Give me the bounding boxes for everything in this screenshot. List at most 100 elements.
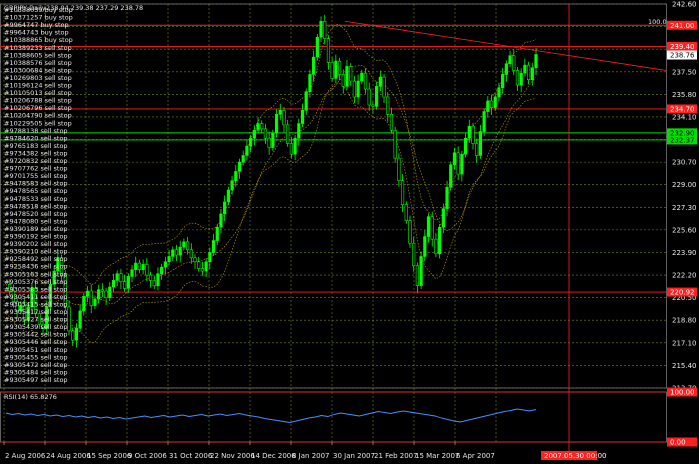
candle-body [286, 124, 290, 144]
candle-body [211, 240, 216, 253]
candle-body [93, 298, 97, 306]
candle-body [263, 128, 268, 139]
candle-body [445, 187, 449, 209]
candle-body [215, 226, 219, 241]
time-tick-label: 8 Jan 2007 [292, 452, 330, 460]
candle-body [434, 238, 438, 255]
candle-body [267, 137, 271, 148]
candle-body [378, 76, 382, 87]
candle-body [501, 74, 505, 89]
candle-body [156, 273, 160, 286]
candle-body [67, 306, 71, 332]
candle-body [304, 91, 308, 111]
candle-body [438, 226, 442, 255]
time-tick-label: 14 Dec 2006 [251, 452, 296, 460]
price-tick-label: 237.50 [672, 68, 697, 76]
candle-body [249, 137, 253, 147]
time-tick-label: 31 Oct 2006 [169, 452, 213, 460]
candle-body [400, 180, 405, 205]
candle-body [160, 266, 164, 275]
price-tick-label: 218.80 [672, 317, 697, 325]
candle-body [111, 280, 116, 288]
candle-body [186, 241, 190, 251]
candle-body [493, 96, 497, 108]
candle-body [441, 208, 445, 228]
candle-body [115, 273, 119, 281]
candle-body [219, 213, 223, 228]
candle-body [178, 246, 182, 256]
candle-body [360, 72, 364, 82]
candle-body [174, 249, 179, 256]
candle-body [137, 262, 142, 271]
price-tick-label: 217.10 [672, 339, 697, 347]
candle-body [278, 109, 282, 115]
candle-body [230, 180, 234, 191]
candle-body [119, 273, 123, 283]
price-chart[interactable]: #10388039 buy stop#10371257 buy stop#996… [0, 0, 699, 464]
candle-body [308, 74, 312, 92]
candle-body [145, 264, 149, 276]
candle-body [363, 72, 368, 90]
candle-body [134, 262, 138, 271]
candle-body [204, 261, 208, 272]
rsi-level-tag-text: 0.00 [670, 439, 686, 447]
candle-body [312, 56, 316, 75]
rsi-title: RSI(14) 65.8276 [4, 393, 57, 401]
rsi-level-tag-text: 100.00 [670, 389, 695, 397]
candle-body [126, 276, 130, 289]
candle-body [260, 123, 264, 130]
candle-body [289, 143, 293, 155]
candle-body [226, 189, 230, 203]
candle-body [300, 109, 305, 124]
candle-body [97, 289, 101, 300]
candle-body [397, 157, 401, 182]
price-tick-label: 230.70 [672, 159, 697, 167]
candle-body [237, 161, 242, 172]
candle-body [419, 256, 423, 286]
candle-body [293, 137, 297, 155]
candle-body [193, 257, 197, 263]
candle-body [71, 330, 75, 341]
candle-body [345, 66, 349, 87]
order-label[interactable]: #9305497 sell stop [4, 376, 68, 384]
candle-body [408, 220, 412, 244]
chart-window[interactable]: #10388039 buy stop #10371257 buy stop #996… [0, 0, 699, 464]
candle-body [530, 67, 534, 81]
candle-body [108, 286, 112, 298]
price-tick-label: 225.60 [672, 226, 697, 234]
candle-body [171, 249, 175, 257]
candle-body [200, 268, 205, 272]
candle-body [460, 153, 464, 175]
candle-body [471, 125, 475, 144]
price-tick-label: 229.00 [672, 181, 697, 189]
current-price-text: 238.76 [670, 52, 695, 60]
candle-body [482, 111, 486, 132]
candle-body [430, 216, 434, 240]
candle-body [475, 143, 479, 156]
candle-body [167, 256, 171, 263]
candle-body [486, 100, 490, 112]
price-tick-label: 235.80 [672, 91, 697, 99]
time-tick-label: 15 Sep 2006 [87, 452, 132, 460]
candle-body [382, 76, 386, 98]
time-tick-label: 21 Feb 2007 [374, 452, 418, 460]
candle-body [297, 123, 301, 139]
level-price-tag-text: 234.70 [670, 105, 695, 113]
candle-body [85, 290, 90, 297]
candle-body [497, 87, 501, 98]
candle-body [208, 252, 212, 263]
candle-body [123, 281, 127, 289]
price-tick-label: 222.20 [672, 272, 697, 280]
price-tick-label: 223.90 [672, 249, 697, 257]
candle-body [334, 60, 338, 79]
candle-body [148, 274, 153, 281]
candle-body [404, 204, 408, 221]
candle-body [330, 62, 334, 79]
price-tick-label: 242.60 [672, 1, 697, 9]
candle-body [189, 249, 193, 259]
candle-body [82, 296, 86, 312]
candle-body [371, 104, 375, 107]
candle-body [256, 123, 260, 131]
candle-body [241, 155, 245, 163]
candle-body [375, 86, 379, 107]
